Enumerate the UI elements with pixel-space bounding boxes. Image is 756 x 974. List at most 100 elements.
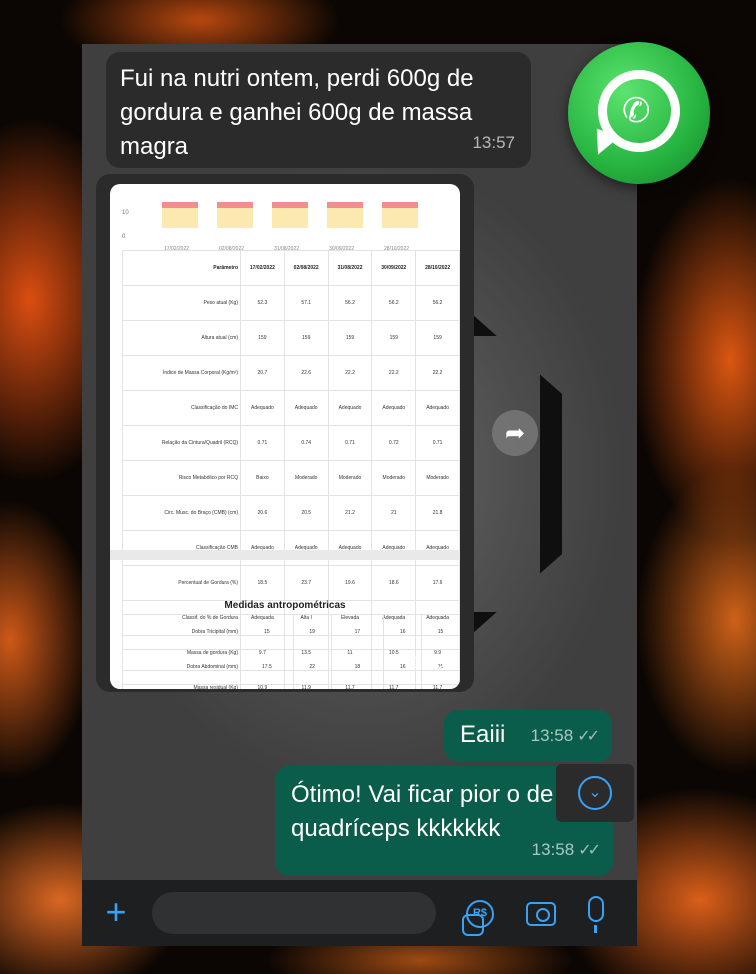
table-row: Dobra Abdominal (mm) 17.5 22 18 16 15 (122, 649, 460, 685)
camera-icon[interactable] (526, 902, 556, 926)
table-row: Classificação do IMC Adequado Adequado Adeq… (122, 390, 460, 426)
table-cell: 56.2 (415, 285, 460, 321)
message-text: Fui na nutri ontem, perdi 600g de gordur… (120, 65, 474, 160)
table-cell: 16 (383, 614, 423, 650)
whatsapp-logo-icon: ✆ (568, 42, 710, 184)
table-cell: 21.2 (327, 495, 373, 531)
table-cell: 8 (240, 684, 294, 689)
message-bubble-incoming[interactable]: Fui na nutri ontem, perdi 600g de gordur… (106, 52, 531, 168)
table-header-cell: 17/02/2022 (240, 250, 285, 286)
mini-bar-chart: 10 0 17/02/2022 02/08/2022 31/08/2022 30… (120, 190, 450, 252)
microphone-icon[interactable] (588, 896, 604, 933)
table-cell: 20.6 (240, 495, 285, 531)
chart-bar (272, 202, 308, 228)
table-cell: 10 (421, 684, 460, 689)
y-tick: 0 (122, 234, 126, 240)
table-cell: 17.5 (240, 649, 294, 685)
table-cell: 159 (283, 320, 329, 356)
table-cell: 21.8 (415, 495, 460, 531)
plus-icon[interactable]: + (98, 894, 134, 930)
message-bubble-outgoing[interactable]: Eaiii 13:58 ✓✓ (444, 710, 612, 762)
table-cell: 22.2 (371, 355, 417, 391)
table-cell: Moderado (283, 460, 329, 496)
table-cell: Classificação do IMC (122, 390, 241, 426)
measurements-table-body: Dobra Tricipital (mm) 15 19 17 16 15 Dobra Abd… (122, 614, 460, 689)
table-header-row: Parâmetro 17/02/2022 02/08/2022 31/08/2022 3… (122, 250, 460, 286)
table-header-cell: 31/08/2022 (327, 250, 373, 286)
table-cell: 22.6 (283, 355, 329, 391)
message-time: 13:58 (531, 840, 575, 859)
table-cell: Baixo (240, 460, 285, 496)
table-header-cell: 30/09/2022 (371, 250, 417, 286)
table-cell: 0.74 (283, 425, 329, 461)
table-cell: 22 (292, 649, 332, 685)
table-cell: 12 (330, 684, 385, 689)
chat-window: Fui na nutri ontem, perdi 600g de gordur… (82, 44, 637, 946)
table-cell: Dobra Tricipital (mm) (122, 614, 241, 650)
table-cell: 159 (371, 320, 417, 356)
composer-bar: + R$ (82, 880, 637, 946)
table-cell: Peso atual (Kg) (122, 285, 241, 321)
table-row: Classificação CMB Adequado Adequado Adequad… (122, 530, 460, 566)
table-cell: Circ. Musc. do Braço (CMB) (cm) (122, 495, 241, 531)
chart-bar (382, 202, 418, 228)
table-cell: 15 (240, 614, 294, 650)
table-cell: Adequado (371, 530, 417, 566)
table-cell: Adequado (327, 390, 373, 426)
message-input[interactable] (152, 892, 484, 936)
chart-bar (217, 202, 253, 228)
table-cell: Risco Metabólico por RCQ (122, 460, 241, 496)
phone-handset-icon: ✆ (622, 92, 651, 130)
table-cell: 0.72 (371, 425, 417, 461)
image-message[interactable]: 10 0 17/02/2022 02/08/2022 31/08/2022 30… (96, 174, 474, 692)
table-cell: 0.71 (240, 425, 285, 461)
table-cell: 18 (330, 649, 385, 685)
table-cell: 159 (327, 320, 373, 356)
table-cell: 56.2 (327, 285, 373, 321)
table-cell: 159 (240, 320, 285, 356)
table-cell: 20.7 (240, 355, 285, 391)
table-row: Relação da Cintura/Quadril (RCQ) 0.71 0.74… (122, 425, 460, 461)
table-cell: 17 (330, 614, 385, 650)
table-row: Dobra Tricipital (mm) 15 19 17 16 15 (122, 614, 460, 650)
message-meta: 13:58 ✓✓ (530, 719, 600, 754)
table-cell: Moderado (327, 460, 373, 496)
measurements-table: Dobra Tricipital (mm) 15 19 17 16 15 Dobra Abd… (122, 614, 460, 689)
table-cell: 57.1 (283, 285, 329, 321)
table-row: Peso atual (Kg) 52.3 57.1 56.2 56.2 56.2 (122, 285, 460, 321)
message-text: Eaiii (460, 721, 506, 748)
table-cell: 11 (383, 684, 423, 689)
message-time: 13:57 (411, 653, 454, 672)
chart-bar (327, 202, 363, 228)
table-cell: Adequado (415, 390, 460, 426)
read-ticks-icon: ✓✓ (577, 728, 600, 745)
table-row: Risco Metabólico por RCQ Baixo Moderado Mod… (122, 460, 460, 496)
table-cell: Dobra Abdominal (mm) (122, 649, 241, 685)
scroll-down-button[interactable]: ⌄ (556, 764, 634, 822)
table-header-cell: 02/08/2022 (283, 250, 329, 286)
table-cell: Relação da Cintura/Quadril (RCQ) (122, 425, 241, 461)
table-cell: Adequado (283, 530, 329, 566)
table-cell: Moderado (415, 460, 460, 496)
table-cell: 16 (292, 684, 332, 689)
payment-icon[interactable]: R$ (466, 900, 494, 928)
table-row: Índice de Massa Corporal (Kg/m²) 20.7 22.6… (122, 355, 460, 391)
table-cell: 0.71 (415, 425, 460, 461)
table-row: Dobra Subescapular (mm)816121110 (122, 684, 460, 689)
table-cell: Índice de Massa Corporal (Kg/m²) (122, 355, 241, 391)
table-cell: Moderado (371, 460, 417, 496)
table-cell: 22.2 (415, 355, 460, 391)
message-meta: 13:58 ✓✓ (531, 833, 601, 868)
message-time: 13:57 (472, 133, 515, 152)
attached-image[interactable]: 10 0 17/02/2022 02/08/2022 31/08/2022 30… (110, 184, 460, 689)
table-row: Circ. Musc. do Braço (CMB) (cm) 20.6 20.5 2… (122, 495, 460, 531)
table-cell: 22.2 (327, 355, 373, 391)
chart-bar (162, 202, 198, 228)
read-ticks-icon: ✓✓ (578, 842, 601, 859)
message-time: 13:58 (530, 726, 574, 745)
table-cell: Adequado (283, 390, 329, 426)
forward-icon[interactable]: ➦ (492, 410, 538, 456)
chevron-down-icon: ⌄ (578, 776, 612, 810)
table-header-cell: 28/10/2022 (415, 250, 460, 286)
table-cell: Adequado (240, 530, 285, 566)
